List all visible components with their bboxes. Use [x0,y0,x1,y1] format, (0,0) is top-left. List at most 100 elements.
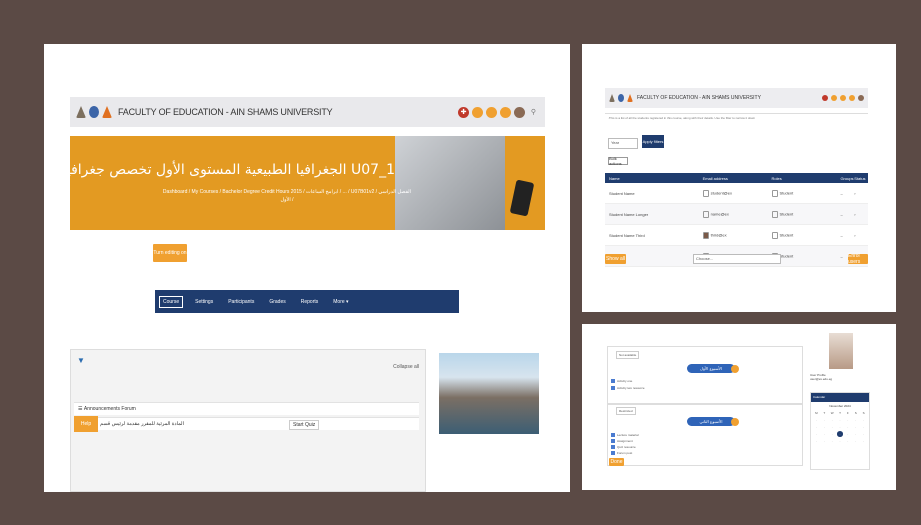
avatar [702,210,709,218]
edit-icon[interactable] [771,210,778,218]
chevron-down-icon[interactable]: ▼ [77,356,85,365]
list-item[interactable]: Lecture material [611,433,639,437]
avatar[interactable] [514,106,525,118]
section-title-pill[interactable]: الأسبوع الأول [687,364,739,373]
calendar-day[interactable]: · [852,431,859,437]
tab-participants[interactable]: Participants [225,297,257,307]
calendar-day[interactable]: · [837,417,844,423]
calendar-day[interactable]: · [829,424,836,430]
list-item[interactable]: Forum post [611,451,632,455]
site-title[interactable]: FACULTY OF EDUCATION - AIN SHAMS UNIVERS… [637,95,761,101]
edit-icon[interactable] [771,231,778,239]
calendar-day[interactable]: · [860,417,867,423]
notification-icon[interactable] [472,106,483,118]
filter-select[interactable]: Year [608,138,638,149]
tab-reports[interactable]: Reports [298,297,322,307]
show-all-button[interactable]: Show all [605,254,626,264]
course-image [439,353,539,434]
list-item[interactable]: Quiz resource [611,445,636,449]
calendar-day[interactable]: · [860,438,867,444]
quiz-toolbar-button[interactable]: Start Quiz [289,420,320,430]
notification-icon[interactable] [831,95,837,101]
table-row[interactable]: Student Name student@ex Student – › [605,183,868,204]
calendar-day[interactable]: · [821,431,828,437]
calendar-day[interactable]: · [860,424,867,430]
edit-icon[interactable] [771,189,778,197]
calendar-day[interactable]: · [829,417,836,423]
file-icon [611,439,615,443]
calendar-day[interactable]: · [852,424,859,430]
calendar-day[interactable]: · [829,438,836,444]
list-item[interactable]: Assignment [611,439,633,443]
restriction-badge: Not available [616,351,640,359]
language-flag-icon[interactable]: ✚ [458,106,469,118]
table-row[interactable]: Student Name Third third@ex Student – › [605,225,868,246]
enrol-users-button[interactable]: Enrol users [848,253,868,265]
help-tag[interactable]: Help [74,416,98,432]
calendar-today[interactable]: · [836,431,844,437]
breadcrumb[interactable]: Dashboard / My Courses / Bachelor Degree… [162,188,412,204]
calendar-day[interactable]: · [844,431,851,437]
restriction-badge: Restricted [616,407,636,415]
calendar-day[interactable]: · [813,438,820,444]
table-row[interactable]: Student Name Longer name@ex Student – › [605,204,868,225]
bulk-actions-button[interactable]: Bulk actions [608,156,628,166]
list-item[interactable]: Activity two resource [611,386,645,390]
apply-filters-button[interactable]: Apply filters [642,135,664,148]
table-header: Name Email address Roles Groups Status [605,173,868,183]
section-week-2: Restricted الأسبوع الثاني Lecture materi… [607,404,803,466]
tab-settings[interactable]: Settings [192,297,216,307]
calendar-block: Calendar November 2024 M T W T F S S · · ·… [810,392,870,470]
language-flag-icon[interactable] [822,95,828,101]
divider [605,113,868,114]
calendar-day[interactable]: · [852,438,859,444]
tab-grades[interactable]: Grades [266,297,288,307]
edit-mode-button[interactable]: Turn editing on [153,244,187,262]
file-icon [611,445,615,449]
phone-photo [509,179,535,217]
done-button[interactable]: Done [609,458,624,466]
calendar-day[interactable]: · [821,417,828,423]
section-title-pill[interactable]: الأسبوع الثاني [687,417,739,426]
calendar-day[interactable]: · [837,424,844,430]
university-seal-icon [89,106,99,118]
calendar-day[interactable]: · [813,417,820,423]
calendar-day[interactable]: · [860,431,867,437]
list-item[interactable]: المادة المرئية للمقرر مقدمة لرئيس قسم [74,417,419,430]
message-icon[interactable] [840,95,846,101]
calendar-day[interactable]: · [844,424,851,430]
calendar-day[interactable]: · [852,417,859,423]
calendar-day[interactable]: · [829,431,836,437]
calendar-month[interactable]: November 2024 [811,404,869,408]
pyramid-logo-icon [102,106,112,118]
calendar-day[interactable]: · [813,424,820,430]
tab-more[interactable]: More ▾ [330,297,351,307]
bell-icon[interactable] [849,95,855,101]
file-icon [611,433,615,437]
calendar-day[interactable]: · [813,431,820,437]
participants-screenshot-panel: FACULTY OF EDUCATION - AIN SHAMS UNIVERS… [582,44,896,312]
calendar-day[interactable]: · [821,438,828,444]
calendar-day[interactable]: · [844,417,851,423]
calendar-day[interactable]: · [844,438,851,444]
file-icon [611,451,615,455]
message-icon[interactable] [486,106,497,118]
bulk-action-select[interactable]: Choose... [693,254,781,264]
course-content: ▼ Collapse all ☰ Announcements Forum الم… [70,349,426,492]
profile-info: User Profile user@ex.edu.eg [810,373,833,381]
site-title[interactable]: FACULTY OF EDUCATION - AIN SHAMS UNIVERS… [118,107,333,117]
page-description: This is a list of all the students regis… [608,116,756,120]
collapse-all-link[interactable]: Collapse all [393,364,419,370]
course-nav: Course Settings Participants Grades Repo… [155,290,459,313]
list-item[interactable]: Activity one [611,379,632,383]
search-icon[interactable]: ⚲ [528,107,539,118]
avatar [702,231,709,239]
avatar[interactable] [858,95,864,101]
course-sections-screenshot-panel: Not available الأسبوع الأول Activity one… [582,324,896,490]
calendar-day[interactable]: · [821,424,828,430]
bell-icon[interactable] [500,106,511,118]
list-item[interactable]: ☰ Announcements Forum [74,402,419,415]
tab-course[interactable]: Course [159,295,184,308]
calendar-day[interactable]: · [837,438,844,444]
site-header: FACULTY OF EDUCATION - AIN SHAMS UNIVERS… [605,88,868,108]
